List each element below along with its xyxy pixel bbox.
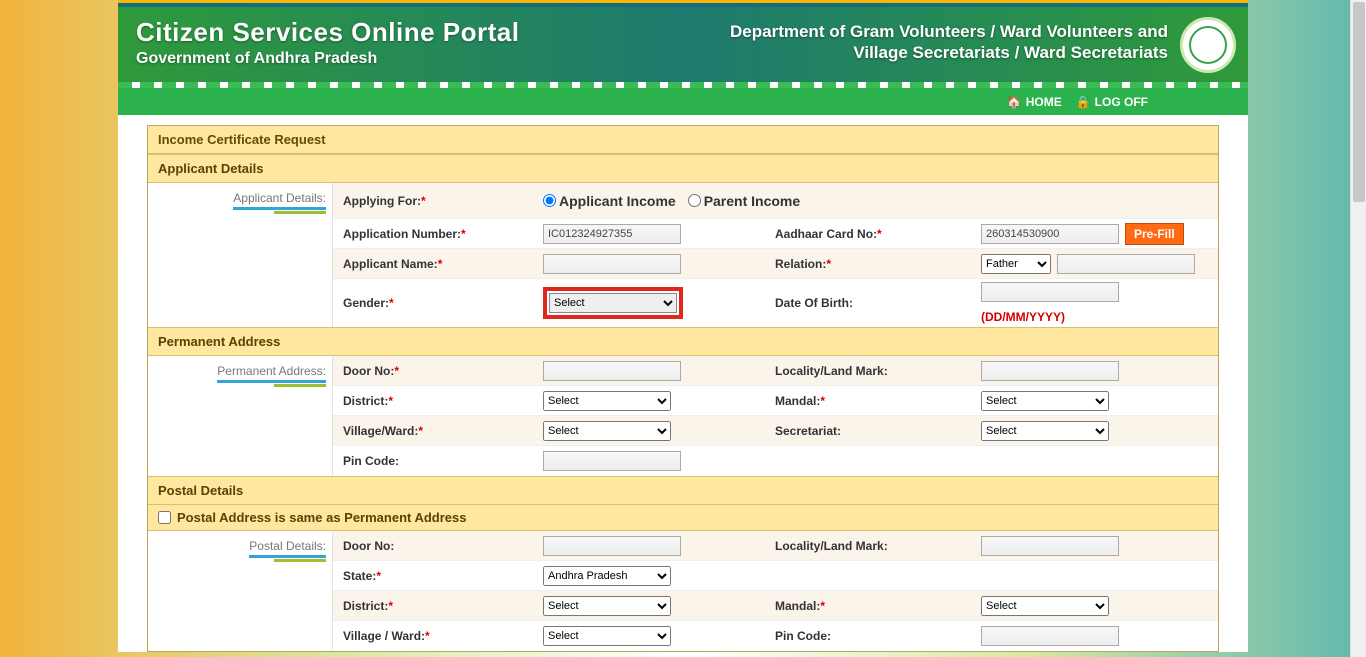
gov-seal-icon [1180,17,1236,73]
gender-highlight: Select [543,287,683,319]
perm-mandal-label: Mandal:* [769,389,975,413]
postal-mandal-label: Mandal:* [769,594,975,618]
aadhaar-input[interactable] [981,224,1119,244]
postal-same-row: Postal Address is same as Permanent Addr… [148,505,1218,531]
dept-line-2: Village Secretariats / Ward Secretariats [853,43,1168,62]
postal-state-select[interactable]: Andhra Pradesh [543,566,671,586]
nav-bar: 🏠 HOME 🔒 LOG OFF [118,88,1248,115]
perm-secretariat-label: Secretariat: [769,419,975,443]
postal-pin-input[interactable] [981,626,1119,646]
portal-header: Citizen Services Online Portal Governmen… [118,3,1248,82]
row-postal-district: District:* Select Mandal:* Select [333,591,1218,621]
postal-pin-label: Pin Code: [769,624,975,648]
perm-village-label: Village/Ward:* [333,419,537,443]
lock-icon: 🔒 [1076,95,1091,109]
postal-district-label: District:* [333,594,537,618]
relation-name-input[interactable] [1057,254,1195,274]
row-name-relation: Applicant Name:* Relation:* Father [333,249,1218,279]
scrollbar-thumb[interactable] [1353,2,1365,202]
relation-label: Relation:* [769,252,975,276]
vertical-scrollbar[interactable] [1350,0,1366,657]
perm-locality-label: Locality/Land Mark: [769,359,975,383]
postal-section: Postal Details: Door No: Locality/Land M… [148,531,1218,651]
perm-district-label: District:* [333,389,537,413]
postal-locality-input[interactable] [981,536,1119,556]
postal-village-label: Village / Ward:* [333,624,537,648]
postal-state-label: State:* [333,564,537,588]
side-accent [274,211,326,214]
form-title-bar: Income Certificate Request [148,126,1218,154]
department-name: Department of Gram Volunteers / Ward Vol… [730,21,1168,64]
dept-line-1: Department of Gram Volunteers / Ward Vol… [730,22,1168,41]
dob-hint: (DD/MM/YYYY) [981,310,1065,324]
nav-home-label: HOME [1026,95,1062,109]
applicant-section: Applicant Details: Applying For:* Applic… [148,183,1218,327]
gender-select[interactable]: Select [549,293,677,313]
postal-mandal-select[interactable]: Select [981,596,1109,616]
radio-parent-income-input[interactable] [688,194,701,207]
row-postal-door: Door No: Locality/Land Mark: [333,531,1218,561]
row-gender-dob: Gender:* Select Date Of Birth: (DD/MM/YY… [333,279,1218,327]
home-icon: 🏠 [1007,95,1022,109]
postal-same-label: Postal Address is same as Permanent Addr… [177,510,467,525]
nav-logoff-link[interactable]: 🔒 LOG OFF [1076,95,1148,109]
perm-section-bar: Permanent Address [148,327,1218,356]
applying-for-label: Applying For:* [333,189,537,213]
nav-logoff-label: LOG OFF [1095,95,1148,109]
postal-section-bar: Postal Details [148,476,1218,505]
radio-parent-income-label: Parent Income [704,193,800,209]
postal-district-select[interactable]: Select [543,596,671,616]
prefill-button[interactable]: Pre-Fill [1125,223,1184,245]
aadhaar-label: Aadhaar Card No:* [769,222,975,246]
postal-door-input[interactable] [543,536,681,556]
row-perm-village: Village/Ward:* Select Secretariat: Selec… [333,416,1218,446]
postal-door-label: Door No: [333,534,537,558]
postal-side-label: Postal Details: [249,539,326,558]
relation-select[interactable]: Father [981,254,1051,274]
perm-mandal-select[interactable]: Select [981,391,1109,411]
dob-input[interactable] [981,282,1119,302]
postal-side-col: Postal Details: [148,531,332,651]
perm-side-col: Permanent Address: [148,356,332,476]
radio-applicant-income-label: Applicant Income [559,193,676,209]
form-container: Income Certificate Request Applicant Det… [147,125,1219,652]
row-applying-for: Applying For:* Applicant Income Parent I… [333,183,1218,219]
dob-label: Date Of Birth: [769,291,975,315]
row-postal-village: Village / Ward:* Select Pin Code: [333,621,1218,651]
radio-parent-income[interactable]: Parent Income [688,193,800,209]
perm-secretariat-select[interactable]: Select [981,421,1109,441]
perm-pin-label: Pin Code: [333,449,537,473]
perm-side-label: Permanent Address: [217,364,326,383]
applicant-side-label: Applicant Details: [233,191,326,210]
postal-locality-label: Locality/Land Mark: [769,534,975,558]
postal-same-checkbox[interactable] [158,511,171,524]
applicant-name-input[interactable] [543,254,681,274]
row-perm-pin: Pin Code: [333,446,1218,476]
perm-section: Permanent Address: Door No:* Locality/La… [148,356,1218,476]
radio-applicant-income[interactable]: Applicant Income [543,193,676,209]
applicant-name-label: Applicant Name:* [333,252,537,276]
nav-home-link[interactable]: 🏠 HOME [1007,95,1062,109]
perm-village-select[interactable]: Select [543,421,671,441]
applicant-side-col: Applicant Details: [148,183,332,327]
applicant-section-bar: Applicant Details [148,154,1218,183]
row-perm-door: Door No:* Locality/Land Mark: [333,356,1218,386]
perm-district-select[interactable]: Select [543,391,671,411]
app-no-label: Application Number:* [333,222,537,246]
side-accent [274,384,326,387]
perm-door-label: Door No:* [333,359,537,383]
gender-label: Gender:* [333,291,537,315]
perm-locality-input[interactable] [981,361,1119,381]
side-accent [274,559,326,562]
postal-village-select[interactable]: Select [543,626,671,646]
radio-applicant-income-input[interactable] [543,194,556,207]
row-postal-state: State:* Andhra Pradesh [333,561,1218,591]
app-no-input[interactable] [543,224,681,244]
perm-pin-input[interactable] [543,451,681,471]
row-perm-district: District:* Select Mandal:* Select [333,386,1218,416]
perm-door-input[interactable] [543,361,681,381]
page-container: Citizen Services Online Portal Governmen… [118,0,1248,652]
row-appno-aadhaar: Application Number:* Aadhaar Card No:* P… [333,219,1218,249]
